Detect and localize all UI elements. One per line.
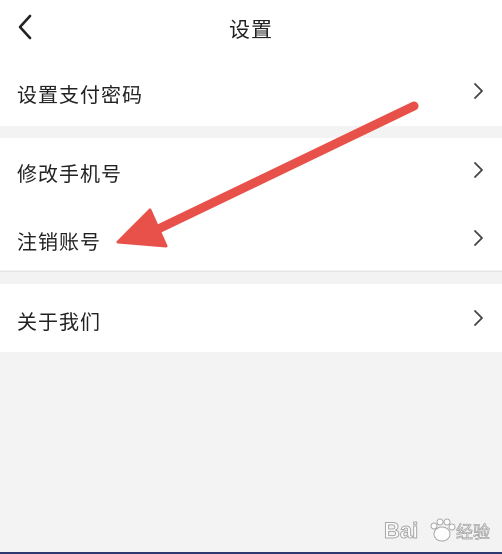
settings-item-about-us[interactable]: 关于我们 [0,286,502,352]
settings-group-about: 关于我们 [0,284,502,352]
divider [0,271,502,272]
page-title: 设置 [229,18,273,42]
watermark-text: 经验 [456,523,490,543]
settings-item-label: 注销账号 [17,230,101,254]
chevron-right-icon [474,162,483,178]
settings-page: 设置 设置支付密码 修改手机号 注销账号 关于我们 Bai 经验 [0,0,502,554]
settings-group-account: 修改手机号 注销账号 [0,138,502,270]
chevron-right-icon [474,310,483,326]
settings-item-change-phone[interactable]: 修改手机号 [0,138,502,204]
settings-item-label: 设置支付密码 [17,83,143,107]
settings-item-label: 关于我们 [17,310,101,334]
nav-bar: 设置 [0,0,502,58]
chevron-right-icon [474,83,483,99]
settings-group-payment: 设置支付密码 [0,58,502,126]
chevron-right-icon [474,230,483,246]
settings-item-label: 修改手机号 [17,162,122,186]
settings-item-payment-password[interactable]: 设置支付密码 [0,59,502,125]
svg-text:Bai: Bai [384,518,418,543]
settings-item-delete-account[interactable]: 注销账号 [0,206,502,272]
baidu-paw-icon: Bai 经验 [384,518,490,544]
